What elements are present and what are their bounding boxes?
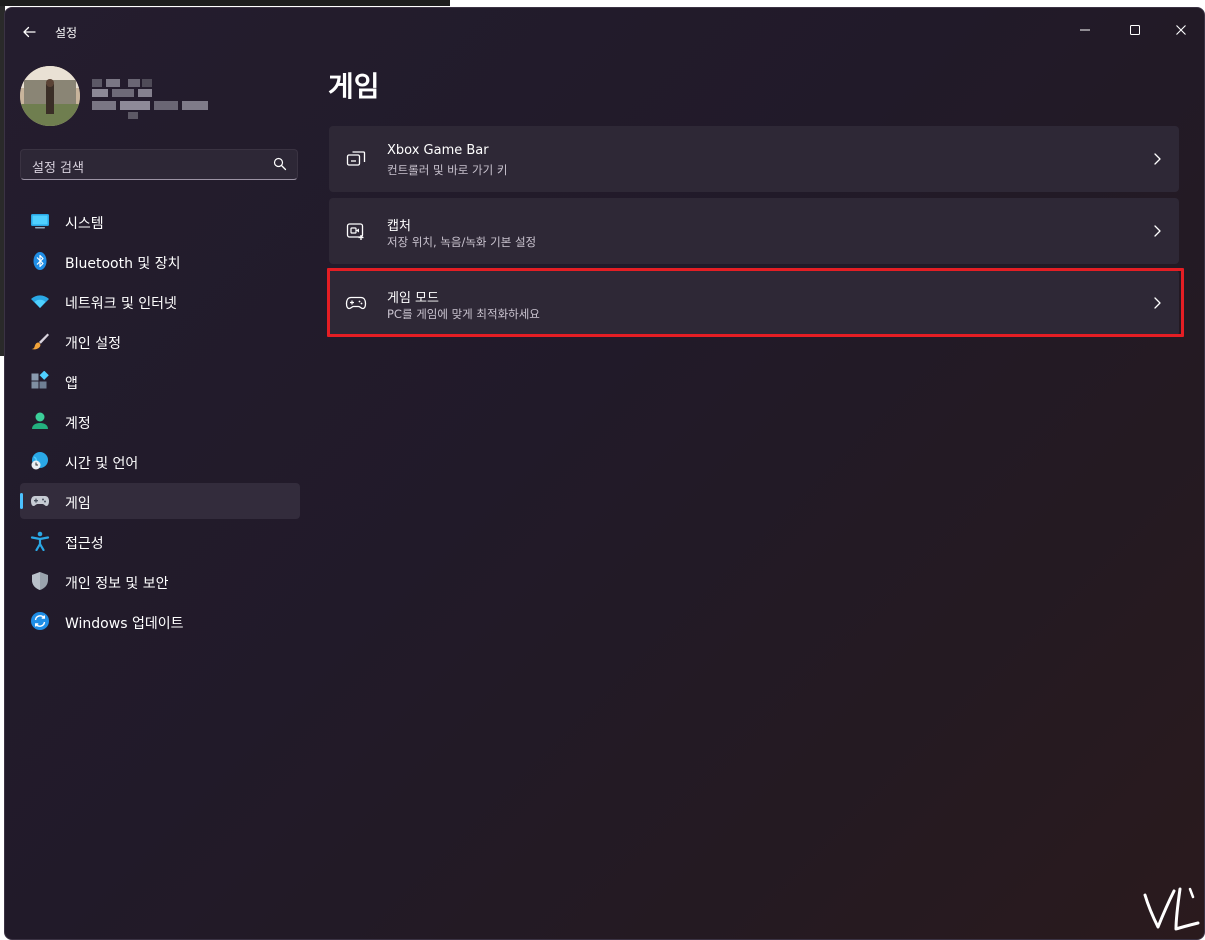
- background-window-strip: [0, 0, 450, 6]
- sidebar-item-personalization[interactable]: 개인 설정: [20, 323, 300, 359]
- globe-clock-icon: [31, 452, 48, 470]
- card-subtitle: 컨트롤러 및 바로 가기 키: [387, 163, 508, 177]
- game-bar-icon: [346, 151, 366, 166]
- sidebar-item-label: 게임: [65, 496, 91, 512]
- selected-indicator: [20, 493, 23, 509]
- close-button[interactable]: [1158, 14, 1204, 46]
- sidebar-item-label: 시스템: [65, 216, 104, 232]
- account-icon: [32, 412, 48, 429]
- close-icon: [1176, 25, 1186, 35]
- settings-window: 설정 설정 검색 시스템 Bluetooth 및 장치 네트워크 및 인터넷 개…: [4, 7, 1205, 940]
- sidebar-item-label: 개인 정보 및 보안: [65, 576, 169, 592]
- shield-icon: [32, 572, 48, 590]
- capture-icon: [346, 223, 364, 240]
- sidebar-item-privacy-security[interactable]: 개인 정보 및 보안: [20, 563, 300, 599]
- back-arrow-icon: [23, 26, 36, 38]
- sidebar-item-label: 개인 설정: [65, 336, 121, 352]
- sidebar-item-label: 시간 및 언어: [65, 456, 139, 472]
- search-box[interactable]: 설정 검색: [20, 149, 298, 180]
- update-icon: [31, 612, 49, 630]
- sidebar-item-gaming[interactable]: 게임: [20, 483, 300, 519]
- minimize-icon: [1080, 29, 1090, 31]
- sidebar-item-label: 접근성: [65, 536, 104, 552]
- bluetooth-icon: [33, 252, 47, 270]
- title-bar: 설정: [5, 8, 1204, 54]
- sidebar-item-network[interactable]: 네트워크 및 인터넷: [20, 283, 300, 319]
- sidebar-item-system[interactable]: 시스템: [20, 203, 300, 239]
- apps-icon: [31, 371, 49, 389]
- sidebar-item-windows-update[interactable]: Windows 업데이트: [20, 603, 300, 639]
- sidebar-item-label: 계정: [65, 416, 91, 432]
- sidebar-item-accessibility[interactable]: 접근성: [20, 523, 300, 559]
- sidebar-item-label: 앱: [65, 376, 78, 392]
- card-title: 캡처: [387, 219, 411, 234]
- avatar[interactable]: [20, 66, 80, 126]
- card-capture[interactable]: 캡처 저장 위치, 녹음/녹화 기본 설정: [329, 198, 1179, 264]
- card-subtitle: 저장 위치, 녹음/녹화 기본 설정: [387, 235, 537, 249]
- maximize-button[interactable]: [1112, 14, 1158, 46]
- avatar-photo: [20, 66, 80, 126]
- maximize-icon: [1130, 25, 1140, 35]
- brush-icon: [31, 333, 49, 350]
- page-title: 게임: [328, 70, 380, 103]
- chevron-right-icon: [1154, 225, 1161, 237]
- system-icon: [31, 214, 49, 229]
- sidebar-item-label: 네트워크 및 인터넷: [65, 296, 177, 312]
- app-title: 설정: [55, 26, 78, 40]
- minimize-button[interactable]: [1062, 14, 1108, 46]
- chevron-right-icon: [1154, 153, 1161, 165]
- search-icon[interactable]: [273, 157, 287, 171]
- sidebar-item-bluetooth[interactable]: Bluetooth 및 장치: [20, 243, 300, 279]
- sidebar-item-label: Windows 업데이트: [65, 616, 184, 632]
- sidebar-item-accounts[interactable]: 계정: [20, 403, 300, 439]
- search-input[interactable]: 설정 검색: [32, 157, 84, 176]
- back-button[interactable]: [15, 20, 43, 44]
- highlight-box: [327, 268, 1184, 337]
- card-title: Xbox Game Bar: [387, 143, 489, 158]
- sidebar-item-label: Bluetooth 및 장치: [65, 256, 181, 272]
- sidebar-item-apps[interactable]: 앱: [20, 363, 300, 399]
- card-xbox-game-bar[interactable]: Xbox Game Bar 컨트롤러 및 바로 가기 키: [329, 126, 1179, 192]
- sidebar-nav: 시스템 Bluetooth 및 장치 네트워크 및 인터넷 개인 설정 앱 계정…: [20, 203, 300, 643]
- signature-watermark: [1143, 887, 1200, 931]
- wifi-icon: [31, 295, 49, 308]
- accessibility-icon: [30, 531, 50, 551]
- sidebar-item-time-language[interactable]: 시간 및 언어: [20, 443, 300, 479]
- gamepad-icon: [31, 496, 49, 506]
